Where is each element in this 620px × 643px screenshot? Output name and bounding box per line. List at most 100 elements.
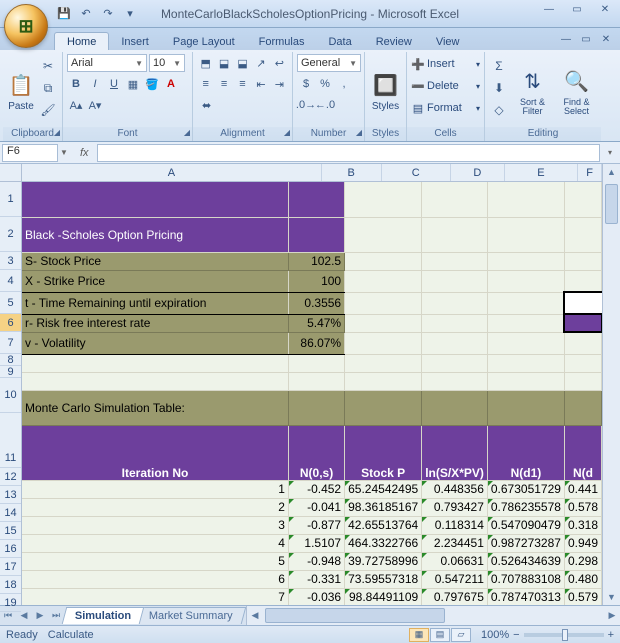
- row-header[interactable]: 12: [0, 468, 21, 486]
- name-box-dropdown-icon[interactable]: ▼: [58, 148, 70, 157]
- cell[interactable]: 0.441: [564, 480, 601, 498]
- align-middle-icon[interactable]: ⬓: [215, 54, 232, 72]
- cell[interactable]: 464.3322766: [345, 534, 422, 552]
- orientation-icon[interactable]: ↗: [252, 54, 269, 72]
- tab-nav-last-icon[interactable]: ⏭: [48, 610, 64, 621]
- cell[interactable]: -0.036: [288, 588, 344, 605]
- cell[interactable]: 1: [22, 480, 288, 498]
- sheet-tab-simulation[interactable]: Simulation: [62, 607, 145, 624]
- fx-icon[interactable]: fx: [74, 147, 95, 159]
- font-name-combo[interactable]: Arial▼: [67, 54, 147, 72]
- cell[interactable]: 6: [22, 570, 288, 588]
- row-header[interactable]: 17: [0, 558, 21, 576]
- cell[interactable]: 0.118314: [422, 516, 488, 534]
- cell[interactable]: 86.07%: [288, 332, 344, 354]
- zoom-in-icon[interactable]: +: [608, 629, 614, 641]
- select-all-corner[interactable]: [0, 164, 22, 182]
- qat-save-icon[interactable]: 💾: [54, 4, 74, 24]
- autosum-icon[interactable]: Σ: [489, 56, 509, 76]
- cell[interactable]: 0.3556: [288, 292, 344, 314]
- row-header[interactable]: 3: [0, 252, 21, 270]
- row-header[interactable]: 1: [0, 182, 21, 217]
- wrap-text-icon[interactable]: ↩: [271, 54, 288, 72]
- cell[interactable]: 0.793427: [422, 498, 488, 516]
- cell[interactable]: 2.234451: [422, 534, 488, 552]
- tab-data[interactable]: Data: [316, 33, 363, 50]
- cell[interactable]: 102.5: [288, 252, 344, 270]
- cell[interactable]: 0.797675: [422, 588, 488, 605]
- decrease-decimal-icon[interactable]: ←.0: [316, 96, 334, 114]
- qat-redo-icon[interactable]: ↷: [98, 4, 118, 24]
- cell[interactable]: X - Strike Price: [22, 270, 288, 292]
- horizontal-scrollbar[interactable]: ◀ ▶: [246, 606, 620, 625]
- cell[interactable]: -0.041: [288, 498, 344, 516]
- cell[interactable]: r- Risk free interest rate: [22, 314, 288, 332]
- cut-icon[interactable]: ✂: [38, 56, 58, 76]
- sheet-tab-market-summary[interactable]: Market Summary: [136, 607, 246, 624]
- row-header[interactable]: 16: [0, 540, 21, 558]
- cell[interactable]: N(0,s): [288, 425, 344, 480]
- cell[interactable]: Monte Carlo Simulation Table:: [22, 390, 288, 425]
- cell[interactable]: 3: [22, 516, 288, 534]
- comma-format-icon[interactable]: ,: [335, 75, 353, 93]
- underline-button[interactable]: U: [105, 75, 123, 93]
- row-header[interactable]: 11: [0, 413, 21, 468]
- percent-format-icon[interactable]: %: [316, 75, 334, 93]
- formula-bar-expand-icon[interactable]: ▾: [602, 148, 618, 157]
- scroll-right-icon[interactable]: ▶: [604, 606, 620, 625]
- bold-button[interactable]: B: [67, 75, 85, 93]
- cell[interactable]: Stock P: [345, 425, 422, 480]
- row-header[interactable]: 2: [0, 217, 21, 252]
- view-normal-icon[interactable]: ▦: [409, 628, 429, 642]
- cell[interactable]: 100: [288, 270, 344, 292]
- cell[interactable]: S- Stock Price: [22, 252, 288, 270]
- font-color-button[interactable]: A: [162, 75, 180, 93]
- row-header[interactable]: 7: [0, 332, 21, 354]
- cell[interactable]: 0.579: [564, 588, 601, 605]
- scroll-left-icon[interactable]: ◀: [247, 606, 263, 625]
- cell[interactable]: 0.987273287: [487, 534, 564, 552]
- workbook-close-icon[interactable]: ✕: [598, 31, 614, 47]
- border-button[interactable]: ▦: [124, 75, 142, 93]
- cell[interactable]: -0.452: [288, 480, 344, 498]
- cell[interactable]: -0.331: [288, 570, 344, 588]
- cell[interactable]: 0.787470313: [487, 588, 564, 605]
- row-header[interactable]: 13: [0, 486, 21, 504]
- decrease-indent-icon[interactable]: ⇤: [252, 75, 269, 93]
- row-header[interactable]: 15: [0, 522, 21, 540]
- clear-icon[interactable]: ◇: [489, 100, 509, 120]
- merge-center-button[interactable]: ⬌: [197, 96, 216, 114]
- tab-view[interactable]: View: [424, 33, 472, 50]
- office-button[interactable]: ⊞: [4, 4, 48, 48]
- cell[interactable]: Iteration No: [22, 425, 288, 480]
- align-right-icon[interactable]: ≡: [234, 75, 251, 93]
- cell[interactable]: N(d1): [487, 425, 564, 480]
- cell[interactable]: 0.547090479: [487, 516, 564, 534]
- accounting-format-icon[interactable]: $: [297, 75, 315, 93]
- cell[interactable]: Black -Scholes Option Pricing: [22, 217, 288, 252]
- find-select-button[interactable]: 🔍 Find & Select: [556, 54, 597, 127]
- view-page-break-icon[interactable]: ▱: [451, 628, 471, 642]
- worksheet-grid[interactable]: A B C D E F 1 2 3 4 5 6 7 8 9 10 11 12 1…: [0, 164, 620, 605]
- qat-undo-icon[interactable]: ↶: [76, 4, 96, 24]
- copy-icon[interactable]: ⧉: [38, 78, 58, 98]
- row-header[interactable]: 19: [0, 594, 21, 612]
- insert-cells-button[interactable]: ➕Insert▾: [411, 54, 480, 74]
- increase-decimal-icon[interactable]: .0→: [297, 96, 315, 114]
- fill-icon[interactable]: ⬇: [489, 78, 509, 98]
- cell[interactable]: 0.318: [564, 516, 601, 534]
- align-center-icon[interactable]: ≡: [215, 75, 232, 93]
- sort-filter-button[interactable]: ⇅ Sort & Filter: [512, 54, 553, 127]
- format-cells-button[interactable]: ▤Format▾: [411, 98, 480, 118]
- hscroll-thumb[interactable]: [265, 608, 445, 623]
- tab-home[interactable]: Home: [54, 32, 109, 50]
- cell[interactable]: 5.47%: [288, 314, 344, 332]
- font-dialog-icon[interactable]: ◢: [184, 128, 190, 137]
- col-header-d[interactable]: D: [451, 164, 505, 181]
- shrink-font-icon[interactable]: A▾: [86, 96, 104, 114]
- align-top-icon[interactable]: ⬒: [197, 54, 214, 72]
- cell[interactable]: v - Volatility: [22, 332, 288, 354]
- col-header-c[interactable]: C: [382, 164, 452, 181]
- window-close-icon[interactable]: ✕: [594, 2, 616, 16]
- ribbon-minimize-icon[interactable]: —: [558, 31, 574, 47]
